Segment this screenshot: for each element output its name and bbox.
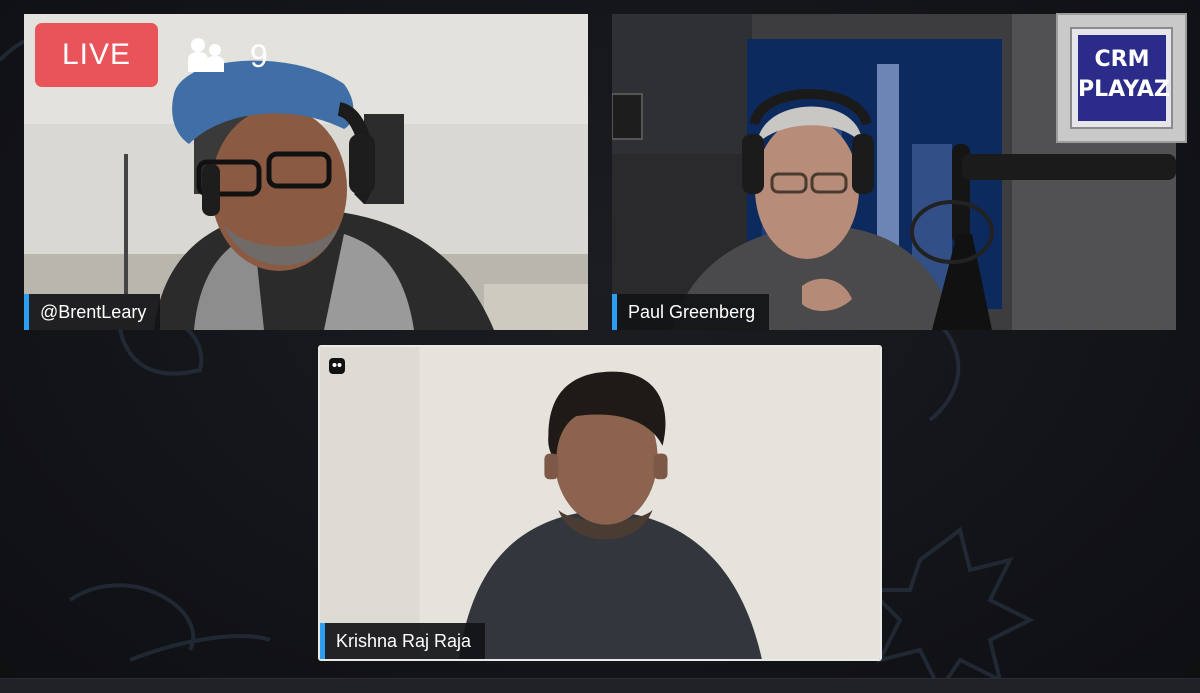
video-tile-krishna-raj-raja[interactable]: Krishna Raj Raja — [318, 345, 882, 661]
viewer-count-indicator: 9 — [186, 34, 268, 78]
participant-name-label: @BrentLeary — [24, 294, 161, 330]
viewer-count: 9 — [250, 38, 268, 74]
logo-frame: CRM PLAYAZ — [1070, 27, 1173, 129]
broadcast-stage: @BrentLeary Paul Greenberg Krishna Raj R… — [0, 0, 1200, 693]
logo-mark: CRM PLAYAZ — [1078, 35, 1170, 121]
people-icon — [188, 38, 224, 72]
logo-text-line-2: PLAYAZ — [1078, 77, 1170, 102]
participant-video-krishna-raj-raja — [320, 347, 880, 659]
live-badge: LIVE — [35, 23, 158, 87]
participant-name-label: Krishna Raj Raja — [320, 623, 486, 659]
participant-name-label: Paul Greenberg — [612, 294, 770, 330]
crm-playaz-logo: CRM PLAYAZ — [1056, 13, 1187, 143]
bottom-bar — [0, 678, 1200, 693]
streamyard-icon — [329, 358, 345, 374]
logo-text-line-1: CRM — [1094, 47, 1150, 72]
